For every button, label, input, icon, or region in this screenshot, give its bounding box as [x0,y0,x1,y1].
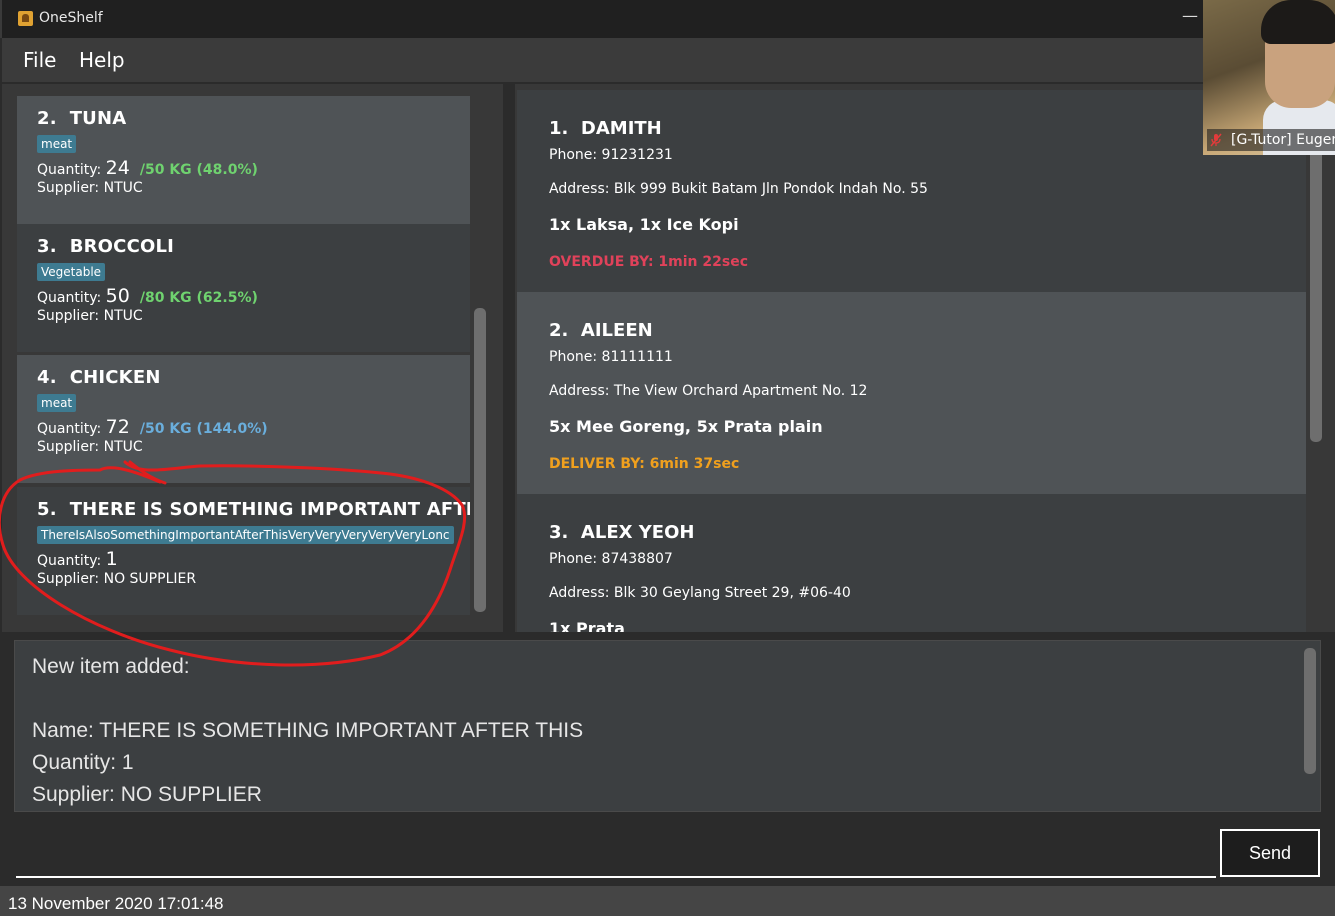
command-input[interactable] [16,822,1216,878]
item-quantity: Quantity: 1 [37,548,118,570]
item-title: 3. BROCCOLI [37,236,175,257]
inventory-item-card[interactable]: 4. CHICKEN meat Quantity: 72/50 KG (144.… [17,355,470,483]
item-max-quantity: /80 KG (62.5%) [139,290,258,306]
item-supplier: Supplier: NO SUPPLIER [37,571,197,587]
order-due-status: DELIVER BY: 6min 37sec [549,456,740,472]
orders-list-panel[interactable]: 1. DAMITH Phone: 91231231 Address: Blk 9… [515,84,1335,632]
order-card[interactable]: 2. AILEEN Phone: 81111111 Address: The V… [517,292,1306,494]
order-phone: Phone: 81111111 [549,349,673,365]
menu-bar: File Help [2,38,1335,82]
participant-hair [1261,0,1335,44]
order-items: 1x Laksa, 1x Ice Kopi [549,215,739,234]
item-title: 4. CHICKEN [37,367,161,388]
item-max-quantity: /50 KG (48.0%) [139,162,258,178]
item-quantity: Quantity: 24/50 KG (48.0%) [37,157,258,179]
app-title: OneShelf [39,10,103,26]
item-max-quantity: /50 KG (144.0%) [139,421,268,437]
split-divider[interactable] [503,84,515,632]
order-title: 1. DAMITH [549,118,662,139]
item-tag: meat [37,135,77,153]
status-bar: 13 November 2020 17:01:48 [0,886,1335,916]
order-title: 3. ALEX YEOH [549,522,695,543]
result-line [32,683,1320,715]
inventory-item-card[interactable]: 3. BROCCOLI Vegetable Quantity: 50/80 KG… [17,224,470,352]
result-scrollbar-thumb[interactable] [1304,648,1316,774]
result-line: Quantity: 1 [32,751,134,774]
item-quantity: Quantity: 50/80 KG (62.5%) [37,285,258,307]
send-button[interactable]: Send [1220,829,1320,877]
order-due-status: OVERDUE BY: 1min 22sec [549,254,749,270]
order-items: 1x Prata [549,619,625,632]
inventory-item-card[interactable]: 5. THERE IS SOMETHING IMPORTANT AFTER TI… [17,487,470,615]
mic-muted-icon [1210,133,1222,147]
result-line: New item added: [32,655,190,678]
item-tag: Vegetable [37,263,106,281]
item-title: 5. THERE IS SOMETHING IMPORTANT AFTER TI [37,499,470,520]
menu-help[interactable]: Help [79,48,125,72]
inventory-scrollbar-thumb[interactable] [474,308,486,612]
item-supplier: Supplier: NTUC [37,180,143,196]
inventory-list-panel[interactable]: 2. TUNA meat Quantity: 24/50 KG (48.0%) … [2,84,503,632]
item-tag: meat [37,394,77,412]
order-title: 2. AILEEN [549,320,653,341]
item-quantity: Quantity: 72/50 KG (144.0%) [37,416,268,438]
order-address: Address: Blk 30 Geylang Street 29, #06-4… [549,585,851,601]
app-icon [18,11,33,26]
menu-file[interactable]: File [23,48,56,72]
order-phone: Phone: 91231231 [549,147,673,163]
inventory-item-card[interactable]: 2. TUNA meat Quantity: 24/50 KG (48.0%) … [17,96,470,224]
item-tag: ThereIsAlsoSomethingImportantAfterThisVe… [37,526,454,544]
participant-name: [G-Tutor] Eugen [1207,129,1335,151]
item-supplier: Supplier: NTUC [37,308,143,324]
result-display[interactable]: New item added: Name: THERE IS SOMETHING… [14,640,1321,812]
order-card[interactable]: 1. DAMITH Phone: 91231231 Address: Blk 9… [517,90,1306,292]
order-phone: Phone: 87438807 [549,551,673,567]
order-card[interactable]: 3. ALEX YEOH Phone: 87438807 Address: Bl… [517,494,1306,632]
order-items: 5x Mee Goreng, 5x Prata plain [549,417,823,436]
status-timestamp: 13 November 2020 17:01:48 [8,894,224,913]
minimize-button[interactable]: — [1182,6,1198,26]
order-address: Address: Blk 999 Bukit Batam Jln Pondok … [549,181,928,197]
order-address: Address: The View Orchard Apartment No. … [549,383,868,399]
item-supplier: Supplier: NTUC [37,439,143,455]
result-line: Name: THERE IS SOMETHING IMPORTANT AFTER… [32,719,584,742]
title-bar: OneShelf — [0,0,1335,38]
result-line: Supplier: NO SUPPLIER [32,783,262,806]
item-title: 2. TUNA [37,108,127,129]
